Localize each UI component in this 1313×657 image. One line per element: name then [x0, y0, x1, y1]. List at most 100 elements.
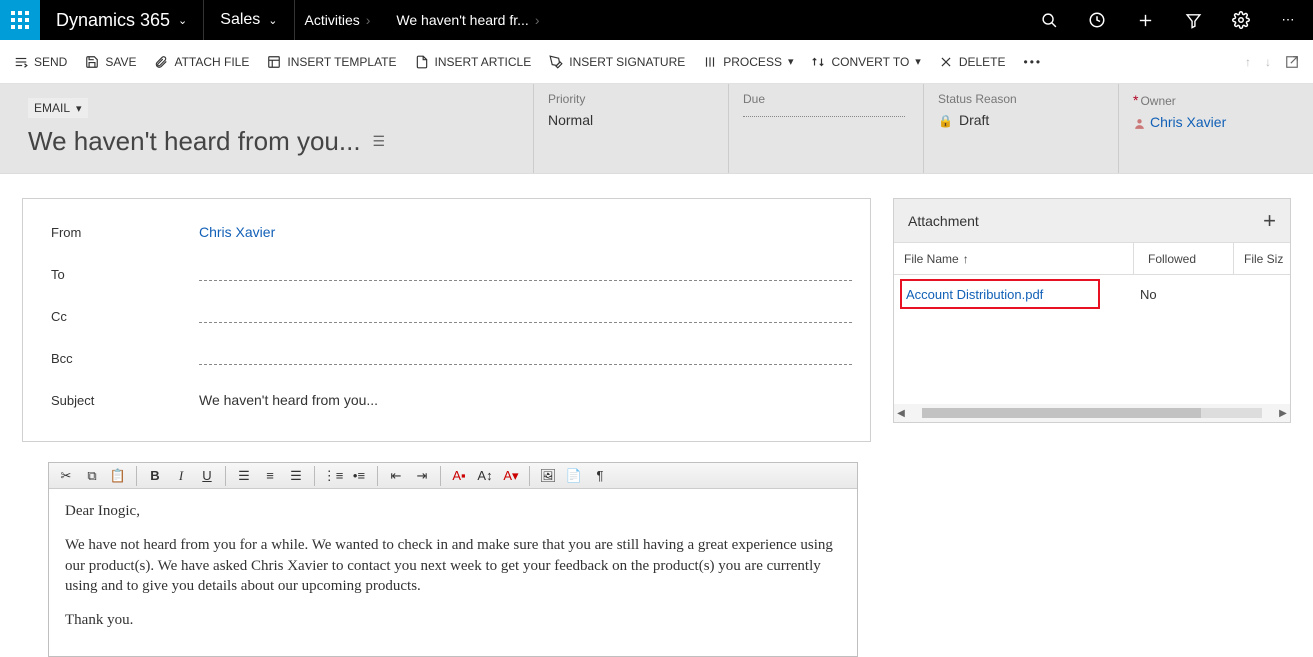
font-size-icon[interactable]: A↕ — [474, 466, 496, 486]
attachment-row[interactable]: Account Distribution.pdf No — [894, 275, 1290, 313]
highlight-color-icon[interactable]: A▪ — [448, 466, 470, 486]
attachment-filename[interactable]: Account Distribution.pdf — [900, 279, 1100, 309]
email-body[interactable]: Dear Inogic, We have not heard from you … — [49, 489, 857, 656]
chevron-down-icon: ⌄ — [178, 14, 187, 27]
sort-asc-icon: ↑ — [963, 252, 969, 266]
attachment-panel: Attachment + File Name ↑ Followed File S… — [893, 198, 1291, 423]
scroll-left-icon[interactable]: ◀ — [894, 408, 908, 419]
settings-icon[interactable] — [1217, 0, 1265, 40]
owner-value[interactable]: Chris Xavier — [1150, 114, 1226, 130]
brand-label: Dynamics 365 — [56, 10, 170, 31]
nav-up-button[interactable]: ↑ — [1243, 51, 1253, 73]
col-filesize-header[interactable]: File Siz — [1234, 243, 1290, 274]
attachment-scrollbar[interactable]: ◀ ▶ — [894, 404, 1290, 422]
caret-down-icon: ▾ — [76, 102, 82, 115]
copy-icon[interactable]: ⧉ — [81, 466, 103, 486]
to-input[interactable] — [199, 267, 852, 281]
priority-field[interactable]: Priority Normal — [533, 84, 728, 173]
breadcrumb-record[interactable]: We haven't heard fr... › — [386, 0, 555, 40]
send-button[interactable]: SEND — [12, 51, 69, 73]
caret-down-icon: ▾ — [788, 55, 794, 68]
subject-value[interactable]: We haven't heard from you... — [199, 392, 852, 408]
subject-label: Subject — [51, 393, 199, 408]
more-commands-button[interactable]: ••• — [1022, 51, 1045, 73]
popout-button[interactable] — [1283, 51, 1301, 73]
more-icon[interactable]: ⋯ — [1265, 0, 1313, 40]
list-view-icon[interactable]: ☰ — [373, 133, 386, 150]
align-right-icon[interactable]: ☰ — [285, 466, 307, 486]
owner-label: Owner — [1140, 94, 1175, 108]
status-reason-label: Status Reason — [938, 92, 1100, 106]
align-left-icon[interactable]: ☰ — [233, 466, 255, 486]
due-empty — [743, 116, 905, 117]
cc-label: Cc — [51, 309, 199, 324]
recent-icon[interactable] — [1073, 0, 1121, 40]
cc-input[interactable] — [199, 309, 852, 323]
insert-article-button[interactable]: INSERT ARTICLE — [413, 51, 534, 73]
record-title: We haven't heard from you... — [28, 126, 361, 157]
bold-icon[interactable]: B — [144, 466, 166, 486]
attachment-title: Attachment — [908, 213, 979, 229]
outdent-icon[interactable]: ⇤ — [385, 466, 407, 486]
owner-field[interactable]: *Owner Chris Xavier — [1118, 84, 1313, 173]
save-button[interactable]: SAVE — [83, 51, 138, 73]
due-label: Due — [743, 92, 905, 106]
process-button[interactable]: PROCESS ▾ — [701, 51, 795, 73]
italic-icon[interactable]: I — [170, 466, 192, 486]
priority-value: Normal — [548, 112, 710, 128]
add-attachment-button[interactable]: + — [1263, 208, 1276, 234]
brand-menu[interactable]: Dynamics 365 ⌄ — [40, 0, 203, 40]
ordered-list-icon[interactable]: ⋮≡ — [322, 466, 344, 486]
status-reason-value: Draft — [959, 112, 989, 128]
insert-doc-icon[interactable]: 📄 — [563, 466, 585, 486]
unordered-list-icon[interactable]: •≡ — [348, 466, 370, 486]
body-closing: Thank you. — [65, 610, 841, 630]
email-body-editor: ✂ ⧉ 📋 B I U ☰ ≡ ☰ ⋮≡ •≡ ⇤ ⇥ A▪ A↕ A▾ 🖼 📄… — [48, 462, 858, 657]
indent-icon[interactable]: ⇥ — [411, 466, 433, 486]
font-color-icon[interactable]: A▾ — [500, 466, 522, 486]
area-menu[interactable]: Sales ⌄ — [203, 0, 293, 40]
body-paragraph: We have not heard from you for a while. … — [65, 535, 841, 596]
editor-toolbar: ✂ ⧉ 📋 B I U ☰ ≡ ☰ ⋮≡ •≡ ⇤ ⇥ A▪ A↕ A▾ 🖼 📄… — [49, 463, 857, 489]
app-launcher-icon[interactable] — [0, 0, 40, 40]
caret-down-icon: ▾ — [915, 55, 921, 68]
lock-icon: 🔒 — [938, 114, 953, 128]
due-field[interactable]: Due — [728, 84, 923, 173]
scroll-right-icon[interactable]: ▶ — [1276, 408, 1290, 419]
chevron-right-icon: › — [366, 12, 371, 28]
delete-button[interactable]: DELETE — [937, 51, 1008, 73]
search-icon[interactable] — [1025, 0, 1073, 40]
underline-icon[interactable]: U — [196, 466, 218, 486]
top-nav: Dynamics 365 ⌄ Sales ⌄ Activities › We h… — [0, 0, 1313, 40]
filter-icon[interactable] — [1169, 0, 1217, 40]
paste-icon[interactable]: 📋 — [107, 466, 129, 486]
insert-image-icon[interactable]: 🖼 — [537, 466, 559, 486]
insert-signature-button[interactable]: INSERT SIGNATURE — [547, 51, 687, 73]
bcc-input[interactable] — [199, 351, 852, 365]
entity-switcher[interactable]: EMAIL ▾ — [28, 98, 88, 118]
person-icon — [1133, 114, 1150, 130]
text-direction-icon[interactable]: ¶ — [589, 466, 611, 486]
bcc-label: Bcc — [51, 351, 199, 366]
col-filename-header[interactable]: File Name ↑ — [894, 243, 1134, 274]
body-greeting: Dear Inogic, — [65, 501, 841, 521]
cut-icon[interactable]: ✂ — [55, 466, 77, 486]
nav-down-button[interactable]: ↓ — [1263, 51, 1273, 73]
add-icon[interactable] — [1121, 0, 1169, 40]
status-reason-field: Status Reason 🔒 Draft — [923, 84, 1118, 173]
convert-to-button[interactable]: CONVERT TO ▾ — [809, 51, 922, 73]
area-label: Sales — [220, 11, 260, 29]
from-value[interactable]: Chris Xavier — [199, 224, 852, 240]
required-star-icon: * — [1133, 92, 1138, 108]
from-label: From — [51, 225, 199, 240]
to-label: To — [51, 267, 199, 282]
align-center-icon[interactable]: ≡ — [259, 466, 281, 486]
attach-file-button[interactable]: ATTACH FILE — [152, 51, 251, 73]
email-form: From Chris Xavier To Cc Bcc Subject We h… — [22, 198, 871, 442]
breadcrumb-activities[interactable]: Activities › — [294, 0, 387, 40]
chevron-right-icon: › — [535, 12, 540, 28]
command-bar: SEND SAVE ATTACH FILE INSERT TEMPLATE IN… — [0, 40, 1313, 84]
col-followed-header[interactable]: Followed — [1134, 243, 1234, 274]
priority-label: Priority — [548, 92, 710, 106]
insert-template-button[interactable]: INSERT TEMPLATE — [265, 51, 398, 73]
